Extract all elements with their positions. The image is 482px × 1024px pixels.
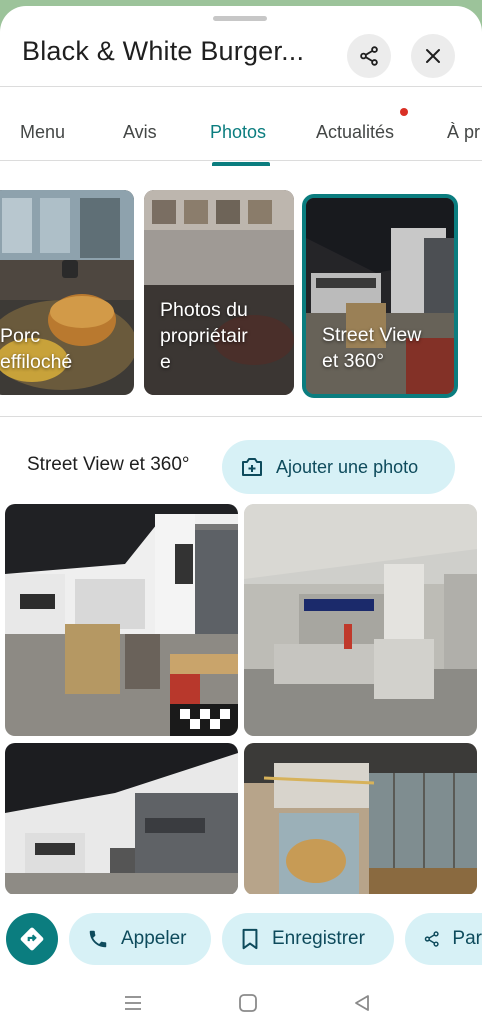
category-label: Porc effiloché [0, 325, 73, 373]
photo-tile[interactable] [5, 504, 238, 736]
phone-icon [89, 930, 107, 948]
tab-photos[interactable]: Photos [210, 122, 266, 143]
directions-icon [20, 927, 44, 951]
category-card-porc[interactable]: Porc effiloché [0, 190, 134, 395]
header-divider [0, 86, 482, 87]
call-label: Appeler [121, 928, 187, 949]
tab-menu[interactable]: Menu [20, 122, 65, 143]
share-icon [424, 931, 439, 947]
category-card-owner-photos[interactable]: Photos du propriétair e [144, 190, 294, 395]
photo-image [5, 504, 238, 736]
tab-a-propos[interactable]: À pr [447, 122, 480, 143]
tab-actualites[interactable]: Actualités [316, 122, 394, 143]
call-button[interactable]: Appeler [69, 913, 211, 965]
section-title: Street View et 360° [27, 454, 190, 475]
close-icon [426, 49, 440, 63]
drag-handle[interactable] [213, 16, 267, 21]
share-label: Par [452, 928, 482, 949]
category-label: Street View et 360° [322, 324, 422, 372]
share-icon [360, 46, 378, 66]
add-photo-icon [242, 458, 262, 476]
share-button[interactable] [347, 34, 391, 78]
tab-bar: Menu Avis Photos Actualités À pr [0, 92, 482, 166]
save-label: Enregistrer [272, 928, 365, 949]
back-icon[interactable] [352, 993, 372, 1013]
place-title: Black & White Burger... [22, 36, 305, 66]
share-place-button[interactable]: Par [405, 913, 482, 965]
close-button[interactable] [411, 34, 455, 78]
notification-badge [400, 108, 408, 116]
photo-tile[interactable] [244, 504, 477, 736]
active-tab-indicator [212, 162, 270, 166]
system-nav-bar [0, 982, 482, 1024]
photo-image [244, 504, 477, 736]
photo-tile[interactable] [244, 743, 477, 895]
category-card-street-view[interactable]: Street View et 360° [302, 194, 458, 398]
add-photo-button[interactable]: Ajouter une photo [222, 440, 455, 494]
directions-button[interactable] [6, 913, 58, 965]
photo-tile[interactable] [5, 743, 238, 895]
place-sheet: Black & White Burger... Menu Avis Photos… [0, 6, 482, 1024]
bookmark-icon [242, 928, 258, 950]
add-photo-label: Ajouter une photo [276, 456, 419, 477]
home-icon[interactable] [238, 993, 258, 1013]
photo-image [244, 743, 477, 895]
photo-image [5, 743, 238, 895]
save-button[interactable]: Enregistrer [222, 913, 394, 965]
recent-apps-icon[interactable] [123, 994, 143, 1012]
tabs-divider [0, 160, 482, 161]
section-divider [0, 416, 482, 417]
tab-avis[interactable]: Avis [123, 122, 157, 143]
category-label: Photos du propriétair e [160, 299, 248, 373]
